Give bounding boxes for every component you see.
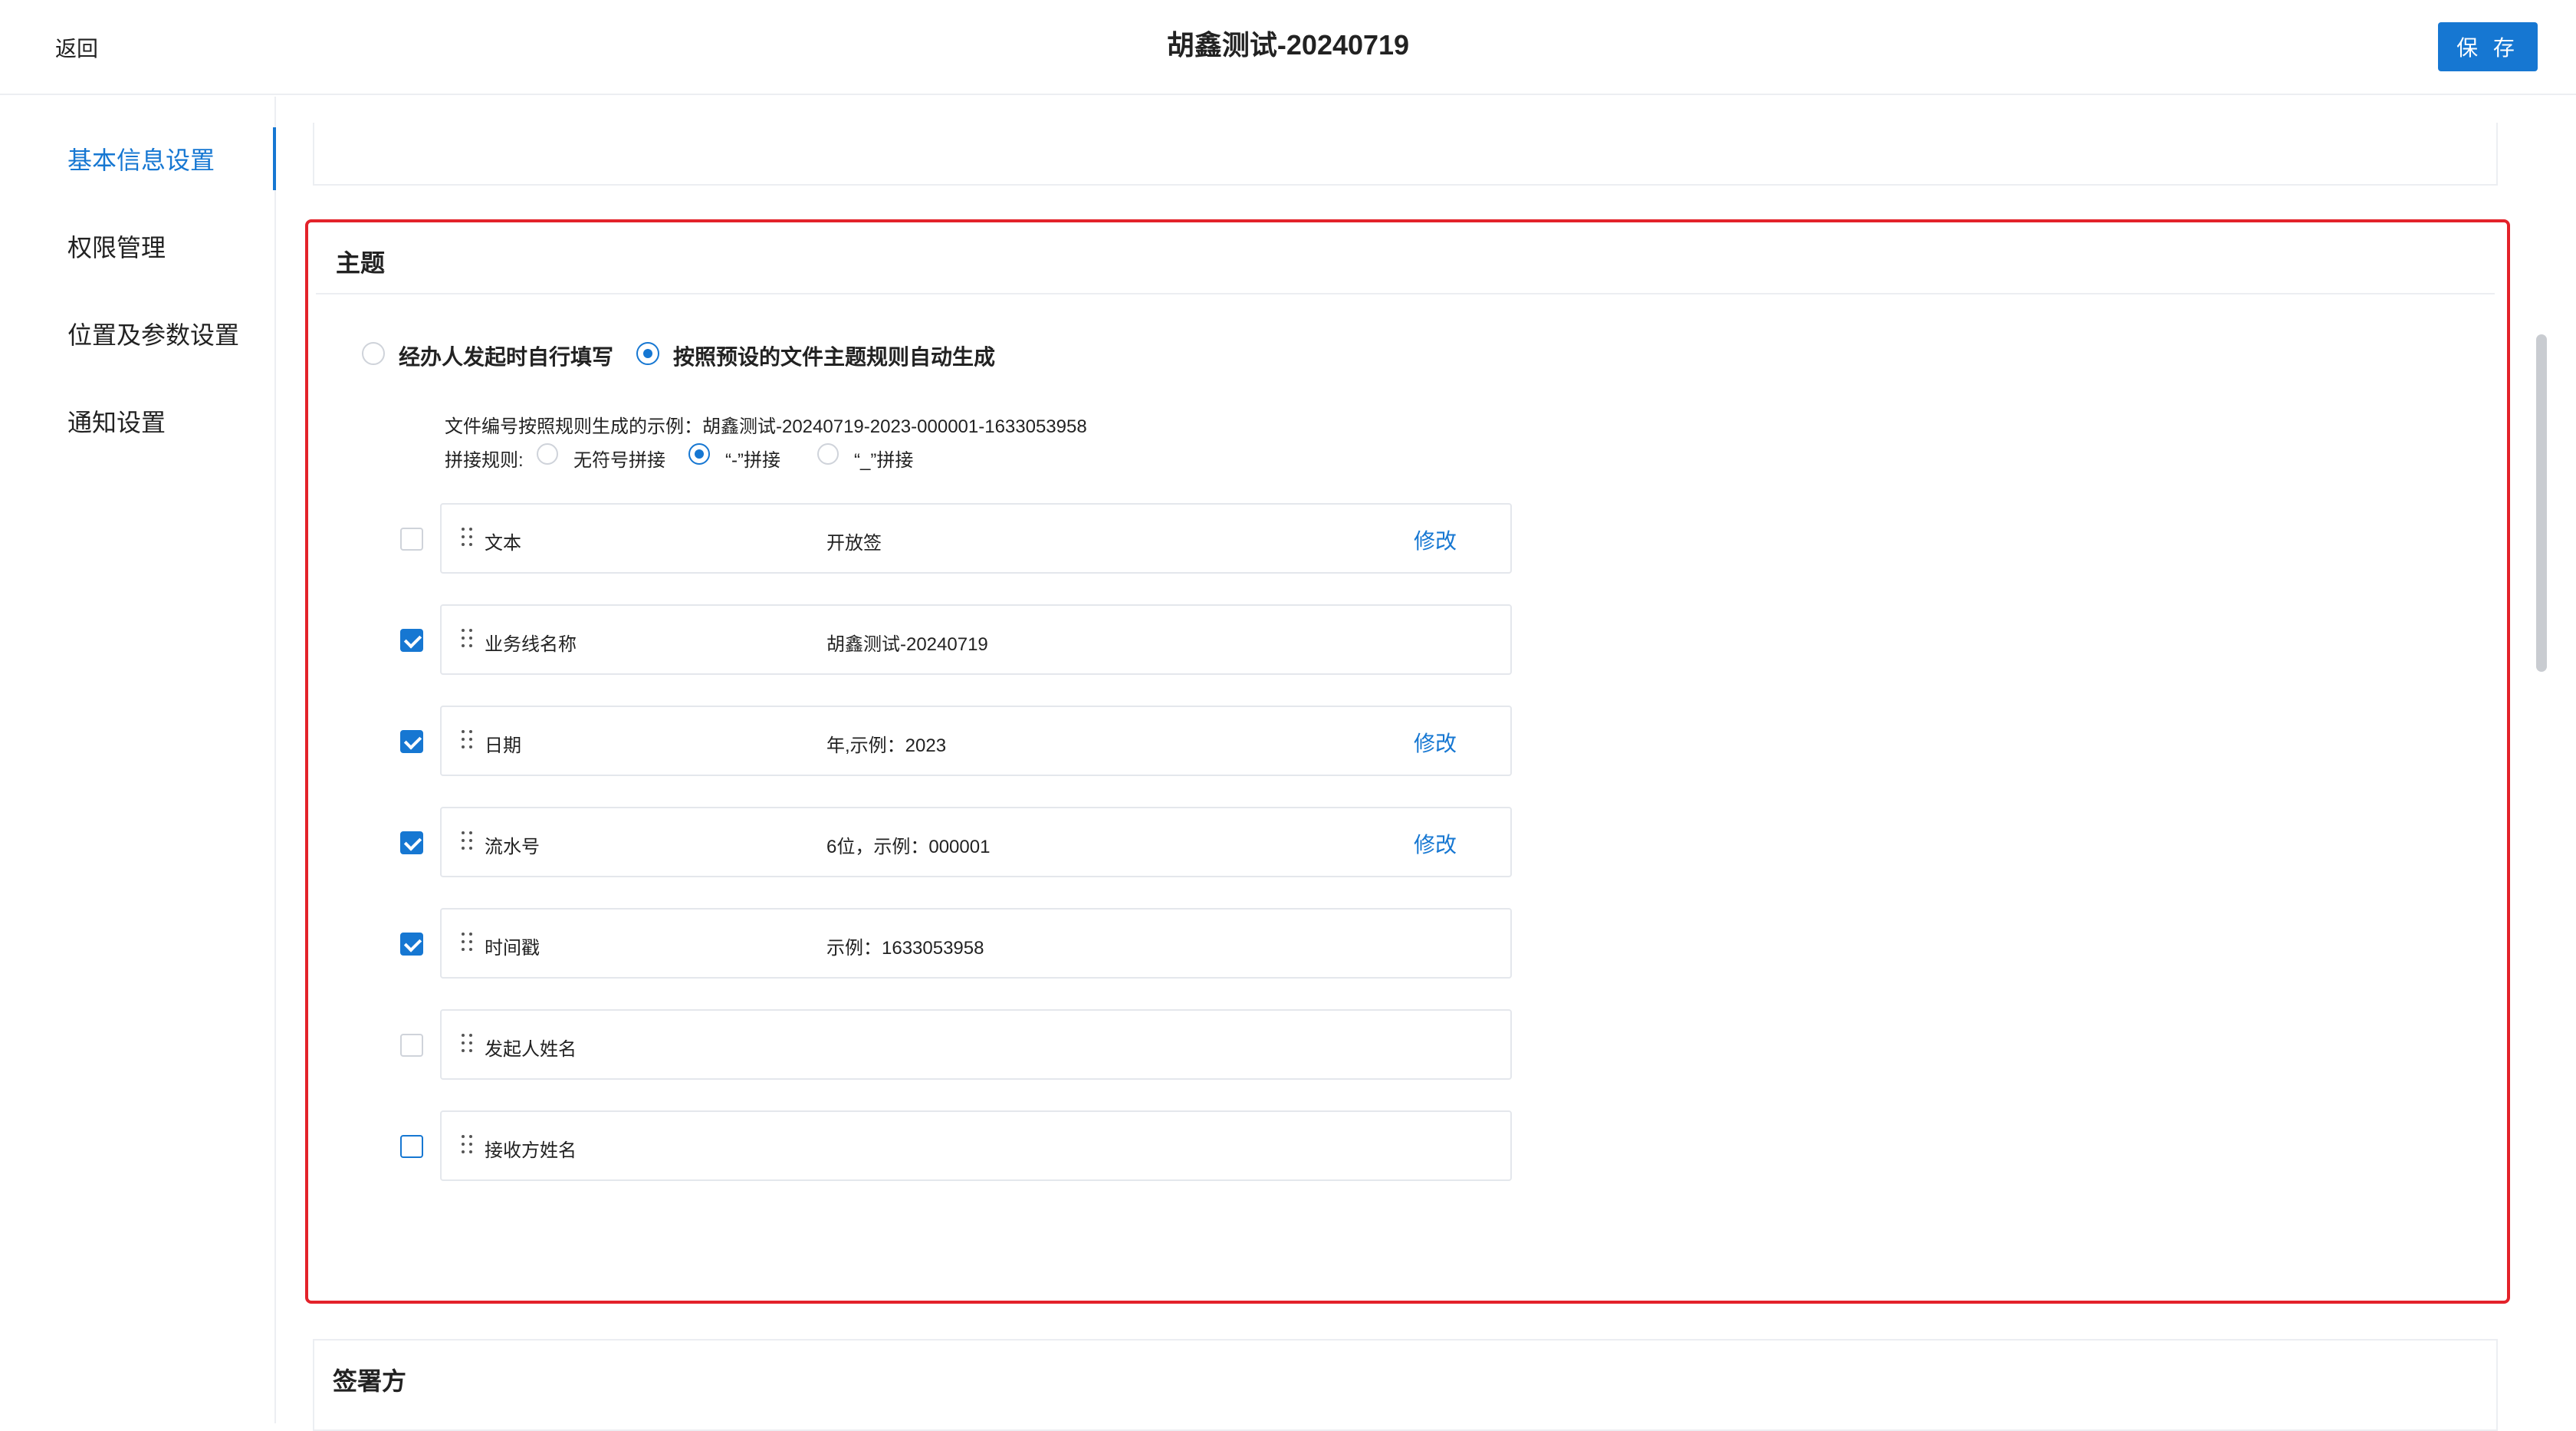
example-text: 文件编号按照规则生成的示例：胡鑫测试-20240719-2023-000001-… xyxy=(445,416,1087,437)
field-value: 年,示例：2023 xyxy=(826,735,947,756)
field-checkbox-receiver-name[interactable] xyxy=(400,1135,423,1158)
radio-manual-fill[interactable] xyxy=(362,342,385,365)
field-checkbox-text[interactable] xyxy=(400,528,423,551)
drag-handle-icon[interactable] xyxy=(462,1034,475,1055)
page-title: 胡鑫测试-20240719 xyxy=(1166,29,1410,61)
sidebar: 基本信息设置 权限管理 位置及参数设置 通知设置 xyxy=(0,97,276,1423)
radio-auto-generate-label[interactable]: 按照预设的文件主题规则自动生成 xyxy=(673,340,995,371)
field-row-business-line[interactable]: 业务线名称 胡鑫测试-20240719 xyxy=(440,604,1512,675)
field-value: 6位，示例：000001 xyxy=(826,837,991,857)
scrollbar-thumb[interactable] xyxy=(2536,334,2547,672)
divider xyxy=(316,293,2495,294)
sidebar-active-indicator xyxy=(273,127,276,190)
edit-button[interactable]: 修改 xyxy=(1414,727,1457,758)
field-name: 流水号 xyxy=(485,837,540,857)
drag-handle-icon[interactable] xyxy=(462,730,475,752)
field-name: 业务线名称 xyxy=(485,634,577,655)
signatories-section: 签署方 xyxy=(313,1339,2498,1431)
scrollbar-track[interactable] xyxy=(2535,115,2548,1419)
drag-handle-icon[interactable] xyxy=(462,528,475,549)
field-name: 发起人姓名 xyxy=(485,1039,577,1060)
field-row-text[interactable]: 文本 开放签 修改 xyxy=(440,503,1512,574)
field-name: 文本 xyxy=(485,533,521,554)
drag-handle-icon[interactable] xyxy=(462,629,475,650)
field-row-timestamp[interactable]: 时间戳 示例：1633053958 xyxy=(440,908,1512,979)
theme-section-title: 主题 xyxy=(336,249,386,277)
field-value: 胡鑫测试-20240719 xyxy=(826,634,988,655)
field-checkbox-timestamp[interactable] xyxy=(400,933,423,956)
field-checkbox-date[interactable] xyxy=(400,730,423,753)
radio-join-dash-label[interactable]: “-”拼接 xyxy=(725,445,780,472)
radio-join-underscore[interactable] xyxy=(817,443,839,465)
drag-handle-icon[interactable] xyxy=(462,1135,475,1156)
signatories-section-title: 签署方 xyxy=(333,1367,407,1395)
radio-auto-generate[interactable] xyxy=(636,342,659,365)
sidebar-item-basic-info[interactable]: 基本信息设置 xyxy=(67,141,215,176)
field-row-date[interactable]: 日期 年,示例：2023 修改 xyxy=(440,706,1512,776)
sidebar-item-notifications[interactable]: 通知设置 xyxy=(67,403,166,439)
previous-section-card xyxy=(313,123,2498,186)
field-name: 时间戳 xyxy=(485,938,540,959)
field-name: 日期 xyxy=(485,735,521,756)
field-value: 开放签 xyxy=(826,533,882,554)
radio-join-underscore-label[interactable]: “_”拼接 xyxy=(854,445,913,472)
field-checkbox-serial-number[interactable] xyxy=(400,831,423,854)
radio-join-none-label[interactable]: 无符号拼接 xyxy=(573,445,665,472)
sidebar-item-location-params[interactable]: 位置及参数设置 xyxy=(67,316,239,351)
field-row-receiver-name[interactable]: 接收方姓名 xyxy=(440,1110,1512,1181)
edit-button[interactable]: 修改 xyxy=(1414,828,1457,859)
field-row-serial-number[interactable]: 流水号 6位，示例：000001 修改 xyxy=(440,807,1512,877)
theme-section: 主题 经办人发起时自行填写 按照预设的文件主题规则自动生成 文件编号按照规则生成… xyxy=(305,219,2510,1304)
radio-join-none[interactable] xyxy=(537,443,558,465)
radio-join-dash[interactable] xyxy=(688,443,710,465)
drag-handle-icon[interactable] xyxy=(462,933,475,954)
field-checkbox-initiator-name[interactable] xyxy=(400,1034,423,1057)
field-checkbox-business-line[interactable] xyxy=(400,629,423,652)
field-value: 示例：1633053958 xyxy=(826,938,984,959)
join-rule-label: 拼接规则: xyxy=(445,450,524,471)
field-row-initiator-name[interactable]: 发起人姓名 xyxy=(440,1009,1512,1080)
radio-manual-fill-label[interactable]: 经办人发起时自行填写 xyxy=(399,340,613,371)
field-name: 接收方姓名 xyxy=(485,1140,577,1161)
drag-handle-icon[interactable] xyxy=(462,831,475,853)
sidebar-item-permissions[interactable]: 权限管理 xyxy=(67,229,166,264)
edit-button[interactable]: 修改 xyxy=(1414,525,1457,555)
save-button[interactable]: 保 存 xyxy=(2438,22,2538,71)
top-bar: 返回 胡鑫测试-20240719 保 存 xyxy=(0,0,2576,95)
